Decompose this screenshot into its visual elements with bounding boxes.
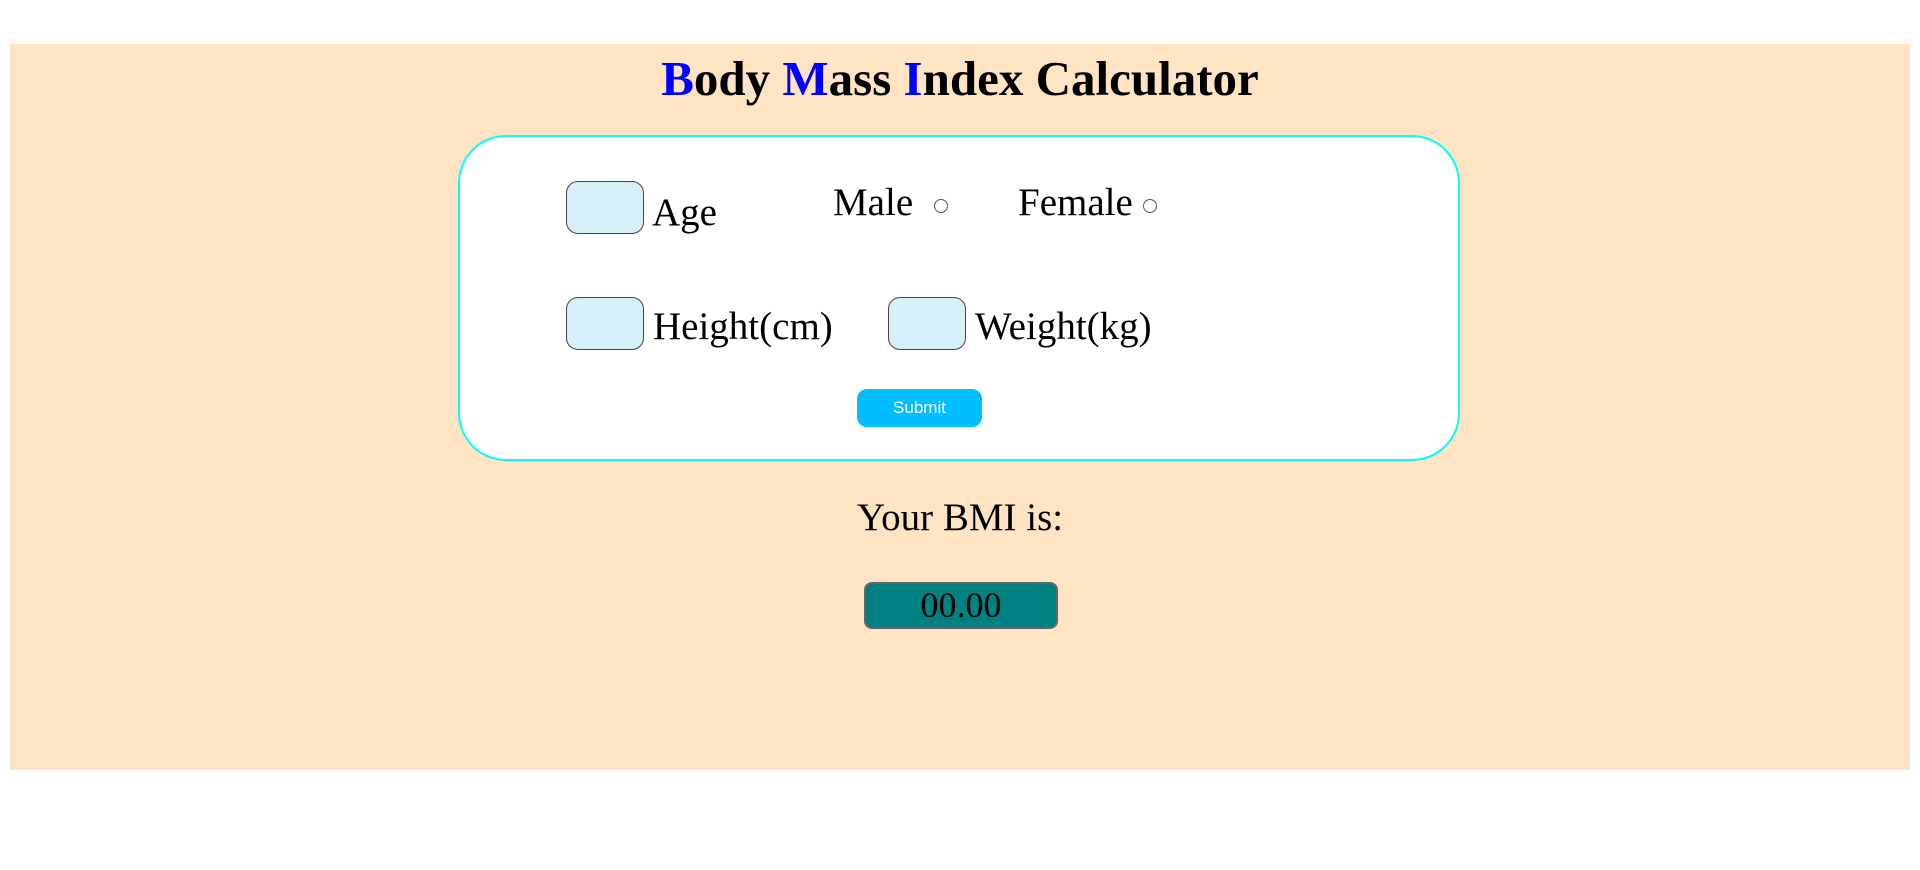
page-title: Body Mass Index Calculator <box>10 46 1910 112</box>
title-part-ass: ass <box>828 51 904 106</box>
weight-label: Weight(kg) <box>975 305 1152 348</box>
height-input[interactable] <box>566 297 644 350</box>
bmi-form-card: Age Male Female Height(cm) Weight(kg) Su… <box>458 135 1460 461</box>
title-part-ody: ody <box>693 51 783 106</box>
female-radio[interactable] <box>1143 199 1157 213</box>
female-label: Female <box>1018 181 1133 224</box>
age-input[interactable] <box>566 181 644 234</box>
title-part-ndex-calculator: ndex Calculator <box>922 51 1259 106</box>
submit-button[interactable]: Submit <box>857 389 982 427</box>
male-label: Male <box>833 181 914 224</box>
bmi-result-label: Your BMI is: <box>856 496 1064 539</box>
title-letter-b: B <box>661 51 694 106</box>
bmi-result-value: 00.00 <box>864 582 1058 629</box>
page-panel: Body Mass Index Calculator Age Male Fema… <box>10 44 1910 770</box>
weight-input[interactable] <box>888 297 966 350</box>
age-label: Age <box>652 191 717 234</box>
title-letter-m: M <box>782 51 829 106</box>
height-label: Height(cm) <box>653 305 833 348</box>
male-radio[interactable] <box>934 199 948 213</box>
title-letter-i: I <box>903 51 923 106</box>
